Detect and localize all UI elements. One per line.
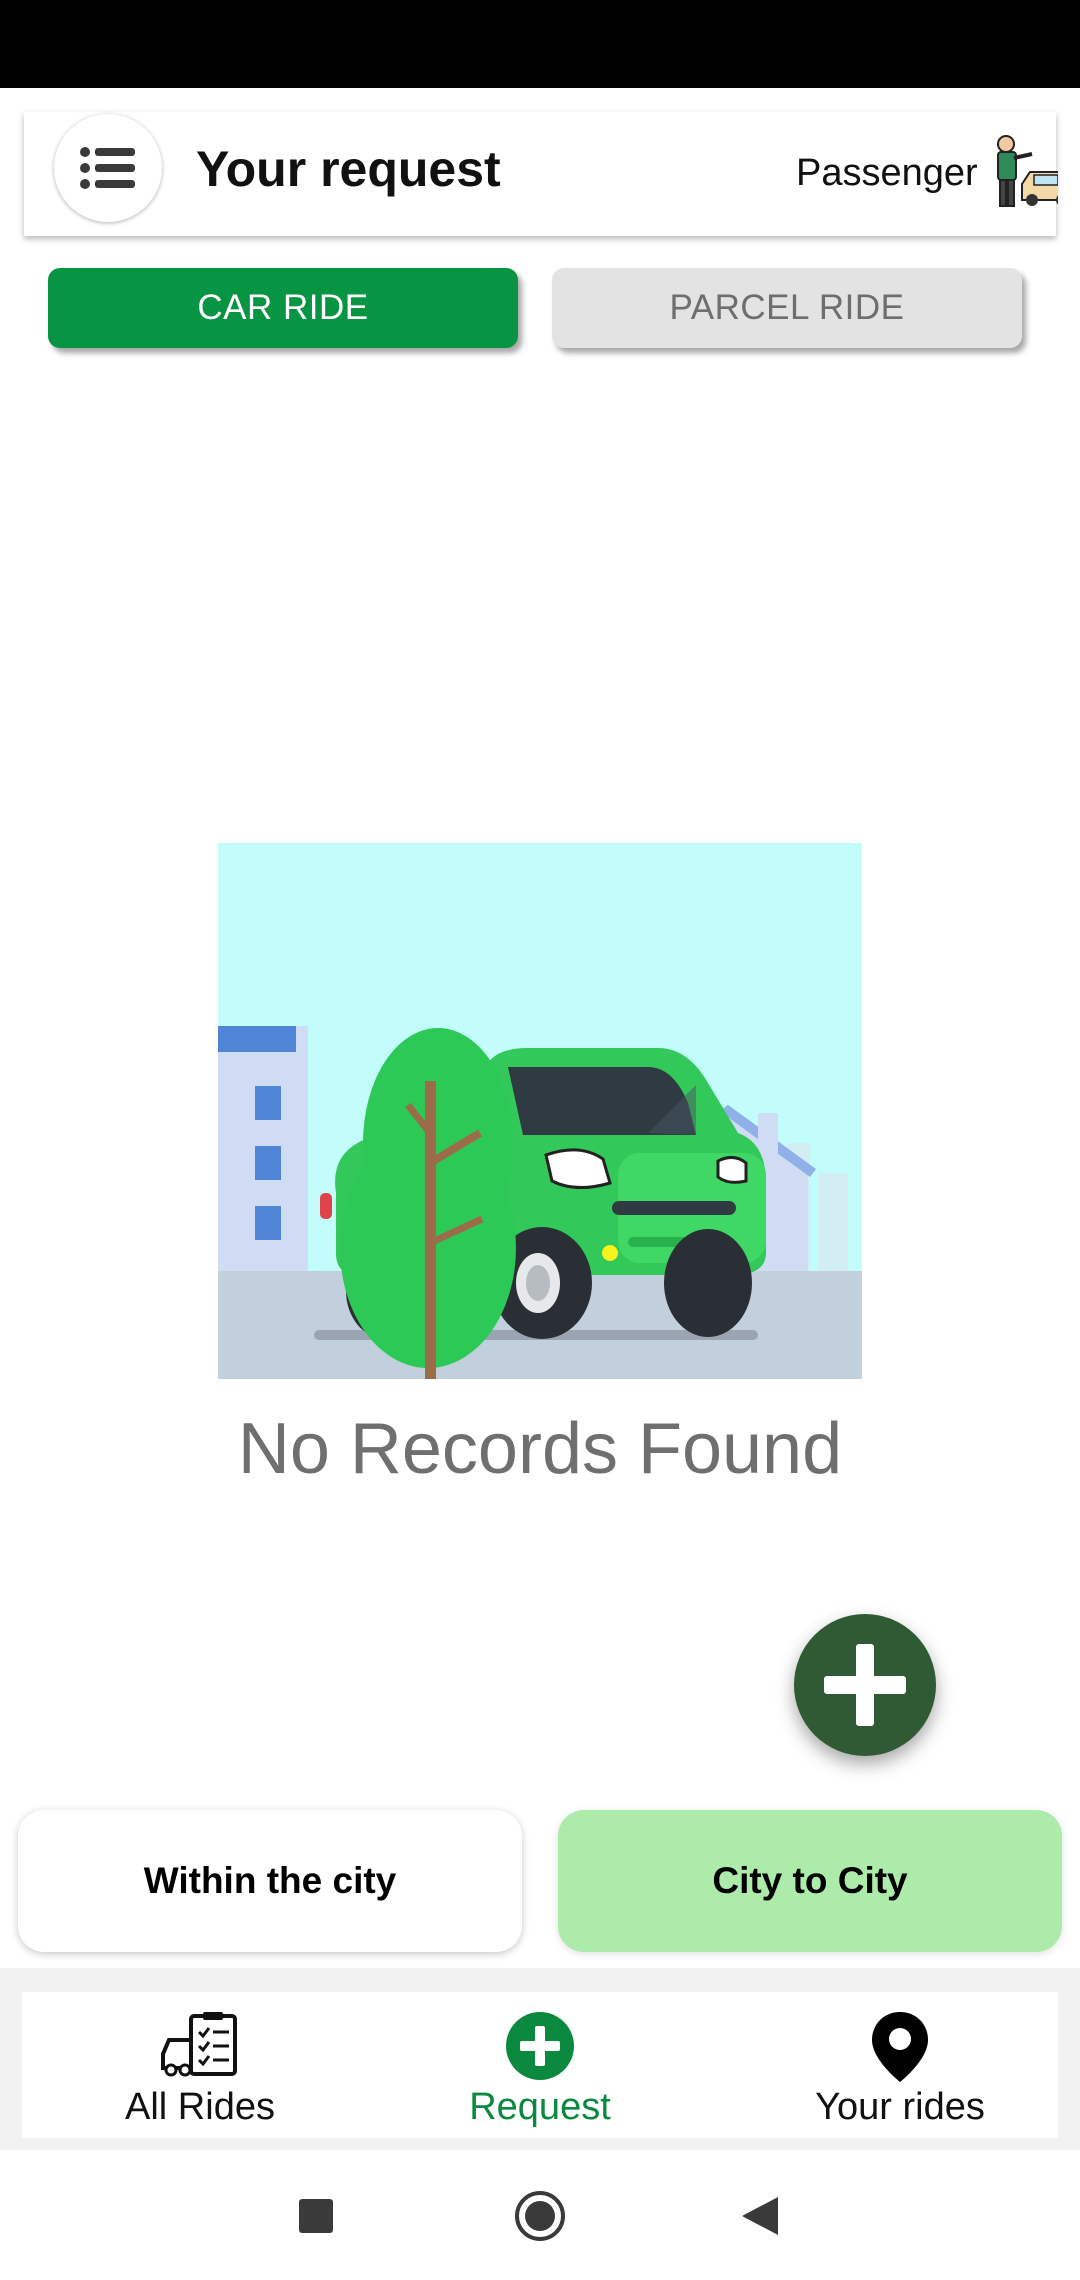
empty-state-message: No Records Found <box>237 1409 843 1489</box>
home-button[interactable] <box>510 2186 570 2246</box>
plus-icon <box>824 1644 906 1726</box>
recents-button[interactable] <box>286 2186 346 2246</box>
nav-all-rides[interactable]: All Rides <box>50 1992 350 2138</box>
passenger-car-icon[interactable] <box>992 134 1058 208</box>
tab-car-ride[interactable]: CAR RIDE <box>48 268 518 348</box>
add-circle-icon <box>506 2012 574 2080</box>
green-car-illustration <box>218 843 862 1379</box>
add-request-button[interactable] <box>794 1614 936 1756</box>
back-triangle-icon <box>742 2197 778 2235</box>
system-navigation-bar <box>0 2150 1080 2280</box>
rides-list-icon <box>161 2012 237 2077</box>
tab-parcel-ride[interactable]: PARCEL RIDE <box>552 268 1022 348</box>
square-icon <box>299 2199 333 2233</box>
role-label[interactable]: Passenger <box>796 152 978 195</box>
app-header: Your request Passenger <box>24 112 1058 236</box>
nav-request-label: Request <box>469 2086 611 2128</box>
nav-your-rides[interactable]: Your rides <box>750 1992 1050 2138</box>
nav-all-rides-label: All Rides <box>125 2086 275 2128</box>
location-pin-icon <box>872 2012 928 2082</box>
status-bar <box>0 0 1080 88</box>
bottom-navigation: All Rides Request Your rides <box>22 1992 1058 2138</box>
within-city-button[interactable]: Within the city <box>18 1810 522 1952</box>
city-to-city-button[interactable]: City to City <box>558 1810 1062 1952</box>
list-icon <box>80 147 135 189</box>
page-title: Your request <box>196 141 501 197</box>
nav-request[interactable]: Request <box>390 1992 690 2138</box>
nav-your-rides-label: Your rides <box>815 2086 985 2128</box>
menu-button[interactable] <box>54 114 162 222</box>
home-circle-icon <box>515 2191 565 2241</box>
back-button[interactable] <box>730 2186 790 2246</box>
